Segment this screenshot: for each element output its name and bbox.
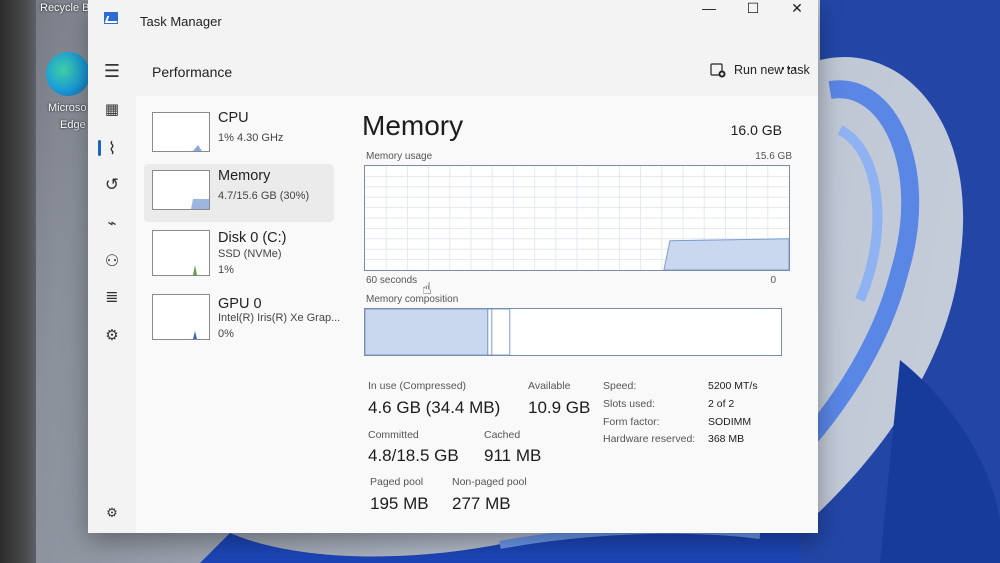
hardware-reserved-label: Hardware reserved:	[603, 433, 696, 445]
app-history-icon[interactable]: ↺	[98, 172, 126, 198]
paged-pool-value: 195 MB	[370, 494, 429, 513]
nonpaged-pool-value: 277 MB	[452, 494, 511, 513]
perf-item-usage: 0%	[218, 328, 234, 340]
run-task-icon	[710, 63, 726, 78]
speed-label: Speed:	[603, 380, 637, 392]
startup-apps-icon[interactable]: ⌁	[98, 210, 126, 236]
edge-label-line2[interactable]: Edge	[60, 119, 86, 131]
perf-item-cpu[interactable]: CPU 1% 4.30 GHz	[144, 106, 334, 164]
cached-value: 911 MB	[484, 446, 542, 465]
perf-item-memory[interactable]: Memory 4.7/15.6 GB (30%)	[144, 164, 334, 222]
memory-total: 16.0 GB	[730, 122, 782, 138]
perf-item-detail: 4.7/15.6 GB (30%)	[218, 190, 310, 202]
memory-usage-label: Memory usage	[366, 151, 433, 162]
page-header: Performance Run new task ⋯	[136, 42, 818, 96]
cached-label: Cached	[484, 429, 521, 441]
memory-panel: Memory 16.0 GB Memory usage 15.6 GB 60 s…	[348, 96, 818, 533]
available-value: 10.9 GB	[528, 398, 591, 417]
details-icon[interactable]: ≣	[98, 284, 126, 310]
content-area: CPU 1% 4.30 GHz Memory 4.7/15.6 GB (30%)…	[136, 96, 818, 533]
cpu-thumbnail-graph	[152, 112, 210, 152]
memory-thumbnail-graph	[152, 170, 210, 210]
screen-bezel	[0, 0, 36, 563]
memory-usage-area	[663, 238, 790, 271]
maximize-button[interactable]: ☐	[730, 0, 776, 20]
perf-item-detail: 1% 4.30 GHz	[218, 132, 284, 144]
perf-item-title: Memory	[218, 168, 271, 184]
title-bar[interactable]: Task Manager — ☐ ✕	[88, 0, 818, 42]
perf-item-title: CPU	[218, 110, 249, 126]
settings-icon[interactable]: ⚙	[98, 500, 126, 526]
composition-in-use-segment	[364, 308, 489, 356]
perf-item-detail: SSD (NVMe)	[218, 248, 282, 260]
speed-value: 5200 MT/s	[708, 380, 758, 392]
perf-item-title: GPU 0	[218, 296, 262, 312]
window-title: Task Manager	[140, 14, 222, 29]
composition-modified-segment	[487, 308, 511, 356]
task-manager-window: Task Manager — ☐ ✕ Performance Run new t…	[88, 0, 818, 533]
memory-title: Memory	[362, 110, 464, 141]
form-factor-label: Form factor:	[603, 416, 660, 428]
perf-item-title: Disk 0 (C:)	[218, 230, 287, 246]
services-icon[interactable]: ⚙	[98, 322, 126, 348]
committed-label: Committed	[368, 429, 419, 441]
slots-used-label: Slots used:	[603, 398, 655, 410]
gpu-thumbnail-graph	[152, 294, 210, 340]
perf-item-usage: 1%	[218, 264, 234, 276]
memory-usage-max: 15.6 GB	[755, 151, 792, 162]
performance-icon[interactable]: ⌇	[98, 136, 126, 162]
slots-used-value: 2 of 2	[708, 398, 735, 410]
edge-icon[interactable]	[46, 52, 90, 96]
close-button[interactable]: ✕	[774, 0, 820, 20]
perf-item-detail: Intel(R) Iris(R) Xe Grap...	[218, 312, 341, 324]
task-manager-logo-icon	[104, 12, 118, 24]
available-label: Available	[528, 380, 571, 392]
navigation-rail: ☰ ▦ ⌇ ↺ ⌁ ⚇ ≣ ⚙ ⚙	[88, 52, 136, 533]
memory-usage-graph	[364, 165, 790, 271]
disk-thumbnail-graph	[152, 230, 210, 276]
minimize-button[interactable]: —	[686, 0, 732, 20]
more-options-button[interactable]: ⋯	[780, 58, 799, 79]
in-use-label: In use (Compressed)	[368, 380, 467, 392]
processes-icon[interactable]: ▦	[98, 96, 126, 122]
form-factor-value: SODIMM	[708, 416, 752, 428]
paged-pool-label: Paged pool	[370, 476, 424, 488]
hamburger-menu-icon[interactable]: ☰	[98, 58, 126, 84]
memory-composition-label: Memory composition	[366, 294, 459, 305]
users-icon[interactable]: ⚇	[98, 248, 126, 274]
memory-composition-chart	[364, 308, 511, 356]
hardware-reserved-value: 368 MB	[708, 433, 745, 445]
graph-time-right: 0	[770, 275, 776, 286]
graph-time-left: 60 seconds	[366, 275, 418, 286]
recycle-bin-label[interactable]: Recycle B	[40, 2, 90, 14]
page-title: Performance	[152, 64, 233, 80]
perf-item-gpu[interactable]: GPU 0 Intel(R) Iris(R) Xe Grap... 0%	[144, 292, 340, 350]
nonpaged-pool-label: Non-paged pool	[452, 476, 527, 488]
perf-item-disk[interactable]: Disk 0 (C:) SSD (NVMe) 1%	[144, 226, 334, 284]
in-use-value: 4.6 GB (34.4 MB)	[368, 398, 501, 417]
edge-label-line1[interactable]: Microso	[48, 102, 87, 114]
committed-value: 4.8/18.5 GB	[368, 446, 459, 465]
memory-usage-chart	[365, 166, 790, 271]
memory-composition-bar	[364, 308, 782, 356]
